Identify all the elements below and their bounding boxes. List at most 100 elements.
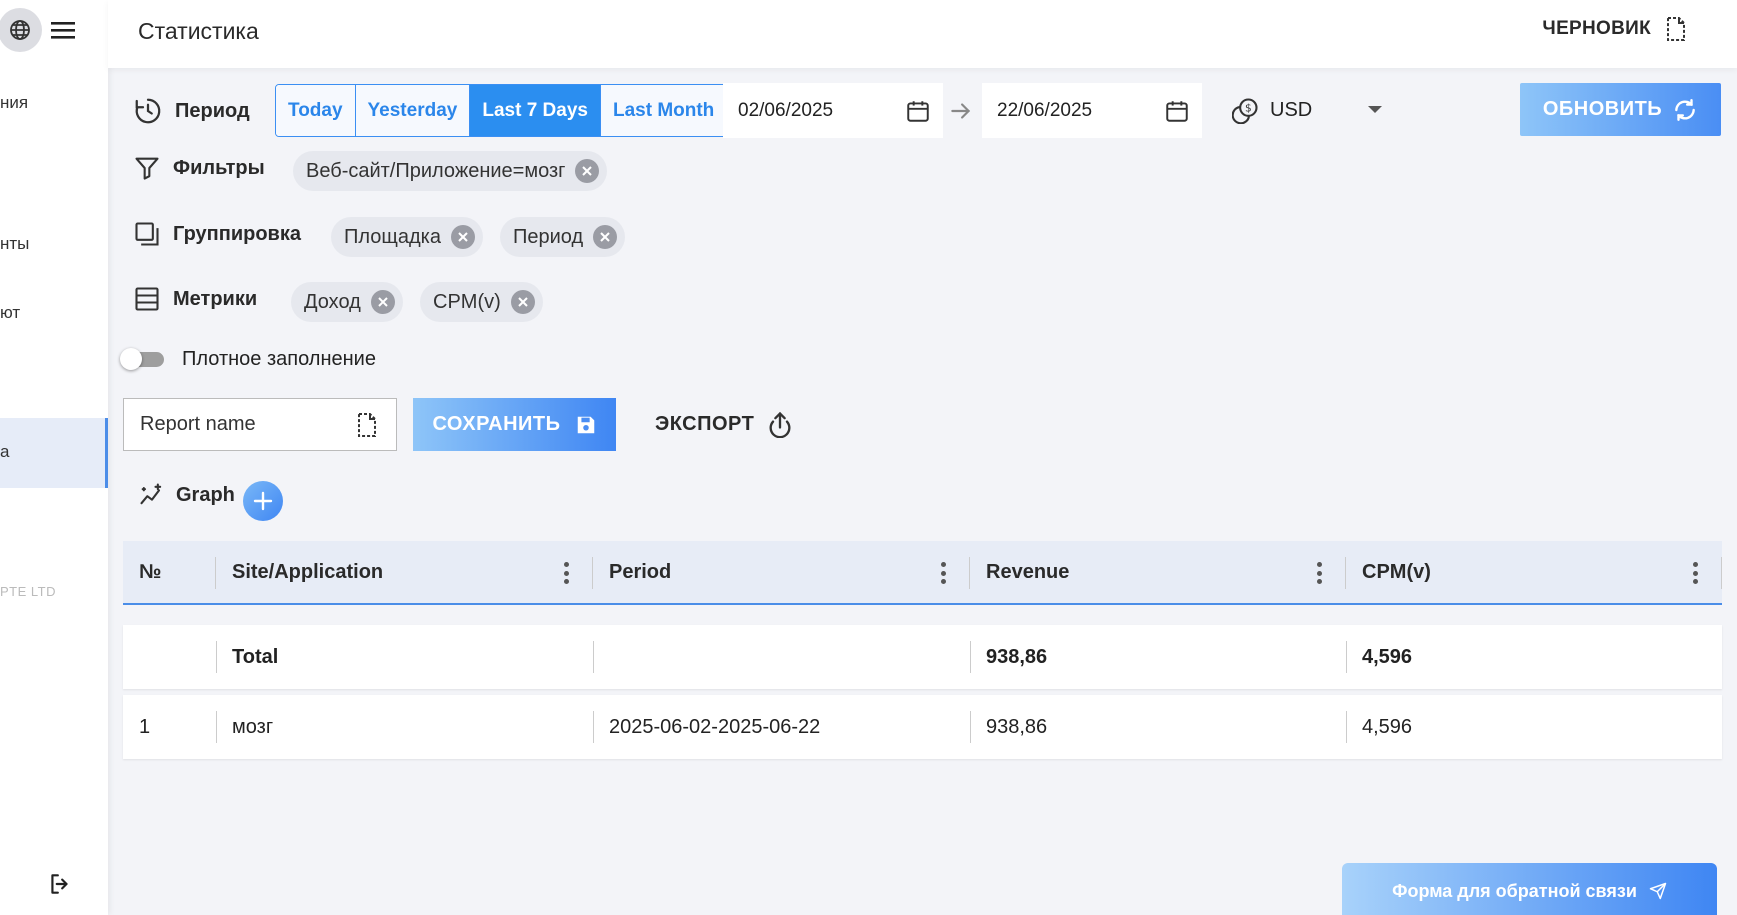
period-last-month-button[interactable]: Last Month: [600, 85, 727, 136]
column-header-revenue[interactable]: Revenue: [970, 541, 1346, 603]
column-menu-icon[interactable]: [940, 562, 946, 584]
table-cell: 1: [123, 695, 216, 759]
table-cell: [123, 625, 216, 689]
dense-fill-toggle[interactable]: [120, 348, 168, 370]
company-name: PTE LTD: [0, 584, 56, 599]
metric-chip-cpm[interactable]: CPM(v): [420, 282, 543, 322]
column-header-site[interactable]: Site/Application: [216, 541, 593, 603]
grouping-chip-period[interactable]: Период: [500, 217, 626, 257]
remove-filter-button[interactable]: [575, 159, 600, 183]
sidebar-item-1[interactable]: ния: [0, 93, 28, 113]
period-yesterday-button[interactable]: Yesterday: [355, 85, 471, 136]
plus-icon: [253, 491, 273, 511]
table-cell: мозг: [216, 695, 593, 759]
remove-metric-button[interactable]: [510, 290, 535, 314]
grouping-chip-site[interactable]: Площадка: [331, 217, 483, 257]
refresh-button[interactable]: ОБНОВИТЬ: [1520, 83, 1721, 136]
remove-metric-button[interactable]: [370, 290, 395, 314]
metrics-label-row: Метрики: [133, 285, 257, 313]
chevron-down-icon: [1368, 106, 1382, 113]
menu-icon: [51, 22, 75, 39]
period-last-7-days-button[interactable]: Last 7 Days: [470, 85, 601, 136]
column-header-period[interactable]: Period: [593, 541, 970, 603]
row-revenue: 938,86: [986, 715, 1048, 738]
date-to-field[interactable]: 22/06/2025: [982, 83, 1202, 138]
dense-fill-label: Плотное заполнение: [182, 348, 376, 370]
metric-chip-label: CPM(v): [433, 290, 501, 313]
table-cell: 938,86: [970, 625, 1346, 689]
upload-icon: [769, 411, 791, 438]
sparkle-chart-icon: [140, 483, 162, 505]
total-revenue: 938,86: [986, 645, 1048, 668]
svg-text:$: $: [1245, 103, 1252, 115]
grouping-label-row: Группировка: [133, 220, 301, 248]
column-header-cpm[interactable]: CPM(v): [1346, 541, 1722, 603]
language-globe-button[interactable]: [0, 8, 42, 52]
hamburger-menu-button[interactable]: [50, 18, 76, 42]
filter-chip[interactable]: Веб-сайт/Приложение=мозг: [293, 151, 608, 191]
date-to-value: 22/06/2025: [997, 99, 1093, 121]
top-header: Статистика ЧЕРНОВИК: [108, 0, 1737, 68]
toggle-thumb: [120, 348, 142, 370]
column-header-number[interactable]: №: [123, 541, 216, 603]
sidebar-item-3[interactable]: ют: [0, 303, 20, 323]
filter-icon: [135, 157, 159, 180]
feedback-label: Форма для обратной связи: [1392, 880, 1637, 901]
add-graph-button[interactable]: [243, 481, 283, 521]
coins-icon: $: [1232, 98, 1258, 124]
report-name-input[interactable]: Report name: [123, 398, 397, 451]
column-menu-icon[interactable]: [563, 562, 569, 584]
calendar-icon: [1166, 100, 1188, 122]
save-button[interactable]: СОХРАНИТЬ: [413, 398, 616, 451]
export-label: ЭКСПОРТ: [655, 412, 755, 435]
sidebar-item-statistics[interactable]: а: [0, 418, 108, 488]
column-menu-icon[interactable]: [1316, 562, 1322, 584]
globe-icon: [10, 20, 30, 40]
period-toggle-group: Today Yesterday Last 7 Days Last Month: [275, 84, 728, 137]
report-name-placeholder: Report name: [140, 413, 256, 435]
grouping-label: Группировка: [173, 222, 301, 245]
metrics-label: Метрики: [173, 287, 258, 310]
date-from-field[interactable]: 02/06/2025: [723, 83, 943, 138]
copy-layers-icon: [135, 222, 159, 246]
export-button[interactable]: ЭКСПОРТ: [655, 410, 794, 438]
period-today-button[interactable]: Today: [276, 85, 356, 136]
sidebar-item-2[interactable]: нты: [0, 234, 29, 254]
draft-button[interactable]: ЧЕРНОВИК: [1542, 16, 1687, 42]
table-cell: 2025-06-02-2025-06-22: [593, 695, 970, 759]
draft-label: ЧЕРНОВИК: [1542, 18, 1651, 39]
table-row: 1 мозг 2025-06-02-2025-06-22 938,86 4,59…: [123, 695, 1722, 759]
refresh-label: ОБНОВИТЬ: [1542, 98, 1663, 120]
column-menu-icon[interactable]: [1692, 562, 1698, 584]
arrow-right-icon: [951, 103, 971, 119]
logout-icon: [51, 874, 68, 894]
filters-label-row: Фильтры: [133, 154, 265, 182]
filters-label: Фильтры: [173, 156, 265, 179]
remove-grouping-button[interactable]: [450, 225, 475, 249]
table-header: № Site/Application Period Revenue CPM(v): [123, 541, 1722, 605]
remove-grouping-button[interactable]: [593, 225, 618, 249]
logout-button[interactable]: [46, 870, 74, 898]
table-cell: Total: [216, 625, 593, 689]
date-from-value: 02/06/2025: [738, 99, 834, 121]
table-cell: [593, 625, 970, 689]
metric-chip-revenue[interactable]: Доход: [291, 282, 403, 322]
grouping-chip-label: Площадка: [344, 225, 441, 248]
row-site: мозг: [232, 715, 274, 738]
column-header-label: Revenue: [986, 560, 1070, 583]
table-total-row: Total 938,86 4,596: [123, 625, 1722, 689]
close-icon: [600, 232, 610, 242]
feedback-form-button[interactable]: Форма для обратной связи: [1342, 863, 1717, 915]
floppy-disk-icon: [577, 416, 594, 433]
graph-label: Graph: [176, 483, 235, 506]
row-number: 1: [139, 715, 151, 738]
send-icon: [1649, 882, 1667, 900]
draft-document-icon: [358, 412, 376, 437]
statistics-table: № Site/Application Period Revenue CPM(v)…: [123, 541, 1722, 759]
currency-select[interactable]: $ USD: [1232, 96, 1392, 124]
refresh-icon: [1675, 98, 1696, 121]
sidebar: ния нты ют а PTE LTD: [0, 0, 108, 915]
metric-chip-label: Доход: [304, 290, 361, 313]
row-cpm: 4,596: [1362, 715, 1413, 738]
column-divider: [1721, 557, 1722, 589]
